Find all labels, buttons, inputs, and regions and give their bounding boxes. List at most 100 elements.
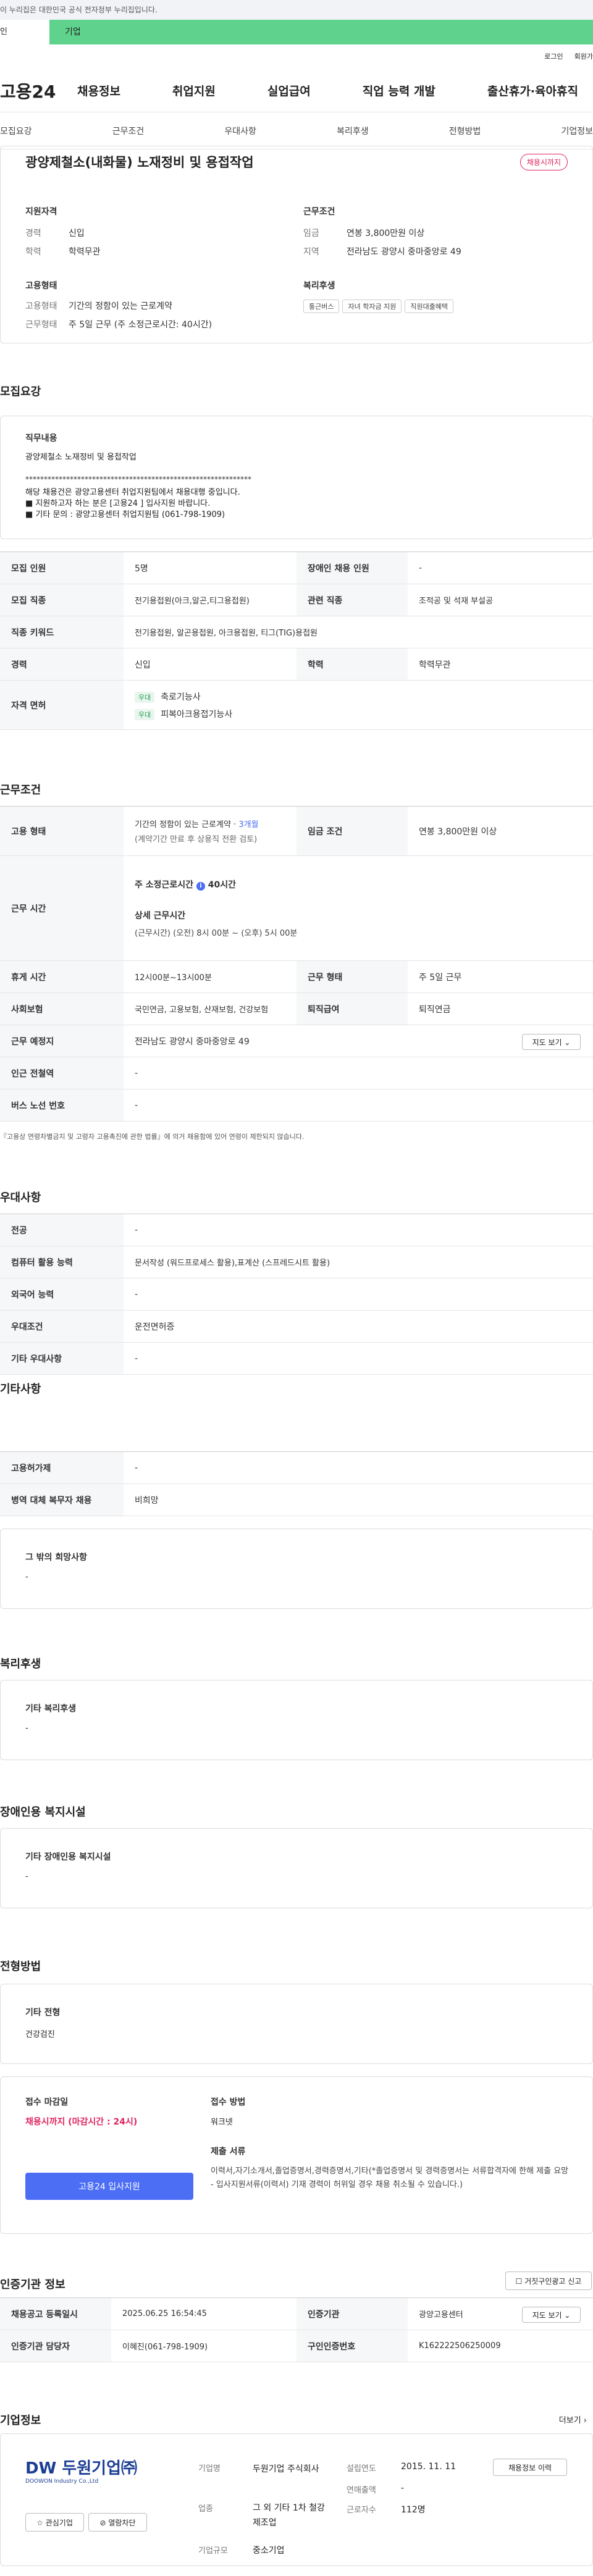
map-button[interactable]: 지도 보기 ⌄ [522,1034,581,1050]
company-logo-sub: DOOWON Industry Co.,Ltd [25,2478,99,2485]
founded-value: 2015. 11. 11 [401,2462,456,2472]
td: 이혜진(061-798-1909) [122,2343,208,2352]
td: 비희망 [135,1495,159,1506]
deadline-label: 접수 마감일 [25,2097,69,2107]
report-button[interactable]: ☐ 거짓구인광고 신고 [505,2272,592,2290]
company-more-link[interactable]: 더보기 › [559,2414,587,2425]
job-title: 광양제철소(내화물) 노재정비 및 용접작업 [25,155,254,170]
td: 2025.06.25 16:54:45 [122,2309,207,2318]
gnb-item[interactable]: 채용정보 [77,82,120,99]
hours-main: 주 소정근로시간 [135,880,196,890]
screen-value: 건강검진 [25,2030,55,2039]
gnb-item[interactable]: 실업급여 [267,82,311,99]
screen-card: 기타 전형 건강검진 [0,1984,593,2064]
th: 근무 시간 [0,856,124,960]
welfare-other-value: - [25,1724,28,1733]
gnb-item[interactable]: 출산휴가·육아휴직 [487,82,578,99]
duty-line: 광양제철소 노재정비 및 용접작업 [25,453,137,462]
global-nav: 고용24 채용정보 취업지원 실업급여 직업 능력 개발 출산휴가·육아휴직 [0,69,593,112]
company-name-label: 기업명 [198,2464,221,2473]
area-value: 전라남도 광양시 중마중앙로 49 [347,247,461,257]
th: 고용허가제 [0,1452,124,1483]
td: 운전면허증 [135,1322,175,1332]
th: 모집 직종 [0,584,124,616]
deadline-value: 채용시까지 (마감시간 : 24시) [25,2117,138,2127]
recruit-history-button[interactable]: 채용정보 이력 [493,2459,567,2476]
etc-table: 고용허가제 - 병역 대체 복무자 채용 비희망 [0,1451,593,1516]
emp-type: 기간의 정함이 있는 근로계약 · [135,820,239,829]
pref-heading: 우대사항 [0,1191,41,1204]
th: 퇴직급여 [296,993,408,1025]
sales-value: - [401,2483,405,2493]
td: 조적공 및 석재 부설공 [419,597,494,606]
login-link[interactable]: 로그인 [544,52,563,61]
company-card: DW 두원기업㈜ DOOWON Industry Co.,Ltd ☆ 관심기업 … [0,2433,593,2566]
duty-stars: ****************************************… [25,475,251,484]
th: 직종 키워드 [0,616,124,648]
th: 장애인 채용 인원 [296,552,408,584]
th: 버스 노선 번호 [0,1089,124,1121]
td: - [135,1225,138,1235]
founded-label: 설립연도 [347,2464,376,2473]
wage-label: 임금 [303,229,319,238]
area-label: 지역 [303,247,319,257]
job-summary-card: 광양제철소(내화물) 노재정비 및 용접작업 채용시까지 지원자격 경력 신입 학… [0,146,593,343]
block-button[interactable]: ⊘ 열람차단 [88,2513,147,2532]
td: 주 5일 근무 [419,972,462,983]
td: 신입 [135,660,151,670]
welfare-chip: 자녀 학자금 지원 [342,300,402,313]
sales-label: 연매출액 [347,2486,376,2495]
anchor-item[interactable]: 복리후생 [337,125,369,137]
recruit-table: 모집 인원 5명 장애인 채용 인원 - 모집 직종 전기용접원(아크,알곤,티그용접원… [0,552,593,730]
etype-label: 고용형태 [25,301,57,311]
etc-other-value: - [25,1572,28,1582]
anchor-item[interactable]: 모집요강 [0,125,32,137]
gnb-item[interactable]: 취업지원 [172,82,216,99]
th: 병역 대체 복무자 채용 [0,1484,124,1516]
docs-label: 제출 서류 [211,2147,246,2157]
company-name: 두원기업 주식회사 [253,2464,319,2474]
anchor-item[interactable]: 기업정보 [561,125,593,137]
anchor-item[interactable]: 전형방법 [449,125,481,137]
td: 국민연금, 고용보험, 산재보험, 건강보험 [135,1005,269,1015]
site-logo[interactable]: 고용24 [0,78,77,103]
emp-period: 3개월 [238,820,259,829]
etc-other-card: 그 밖의 희망사항 - [0,1529,593,1609]
tab-corporate[interactable]: 기업 [49,20,593,44]
pref-badge: 우대 [135,708,155,720]
duty-note: 해당 채용건은 광양고용센터 취업지원팀에서 채용대행 중입니다. [25,488,240,497]
td: 전기용접원, 알곤용접원, 아크용접원, 티그(TIG)용접원 [135,629,318,638]
td: 연봉 3,800만원 이상 [419,826,497,837]
etc-heading: 기타사항 [0,1383,41,1396]
th: 휴게 시간 [0,961,124,992]
info-icon[interactable]: i [196,882,205,891]
wtype-label: 근무형태 [25,320,57,330]
gnb-item[interactable]: 직업 능력 개발 [363,82,435,99]
employees-label: 근로자수 [347,2506,376,2515]
welfare-other-title: 기타 복리후생 [25,1704,77,1714]
industry-label: 업종 [198,2504,213,2514]
duty-note: ■ 기타 문의 : 광양고용센터 취업지원팀 (061-798-1909) [25,510,225,519]
td: 전라남도 광양시 중마중앙로 49 [135,1036,250,1047]
wtype-value: 주 5일 근무 (주 소정근로시간: 40시간) [69,320,212,330]
disab-card: 기타 장애인용 복지시설 - [0,1828,593,1908]
welfare-card: 기타 복리후생 - [0,1680,593,1760]
cert-map-button[interactable]: 지도 보기 ⌄ [522,2307,581,2323]
anchor-item[interactable]: 우대사항 [224,125,256,137]
apply-button[interactable]: 고용24 입사지원 [25,2173,193,2200]
pref-table: 전공 - 컴퓨터 활용 능력 문서작성 (워드프로세스 활용),표계산 (스프레드시… [0,1214,593,1375]
qual-title: 지원자격 [25,207,57,217]
td: - [135,1068,138,1078]
favorite-button[interactable]: ☆ 관심기업 [25,2513,84,2532]
size-label: 기업규모 [198,2546,228,2556]
anchor-item[interactable]: 근무조건 [112,125,145,137]
emp-note: (계약기간 만료 후 상용직 전환 검토) [135,835,258,844]
tab-personal[interactable]: 인 [0,20,49,44]
td: - [135,1289,138,1299]
th: 학력 [296,648,408,680]
td: 문서작성 (워드프로세스 활용),표계산 (스프레드시트 활용) [135,1259,330,1268]
th: 모집 인원 [0,552,124,584]
td: 5명 [135,563,148,574]
join-link[interactable]: 회원가 [574,52,593,61]
emp-title: 고용형태 [25,281,57,291]
